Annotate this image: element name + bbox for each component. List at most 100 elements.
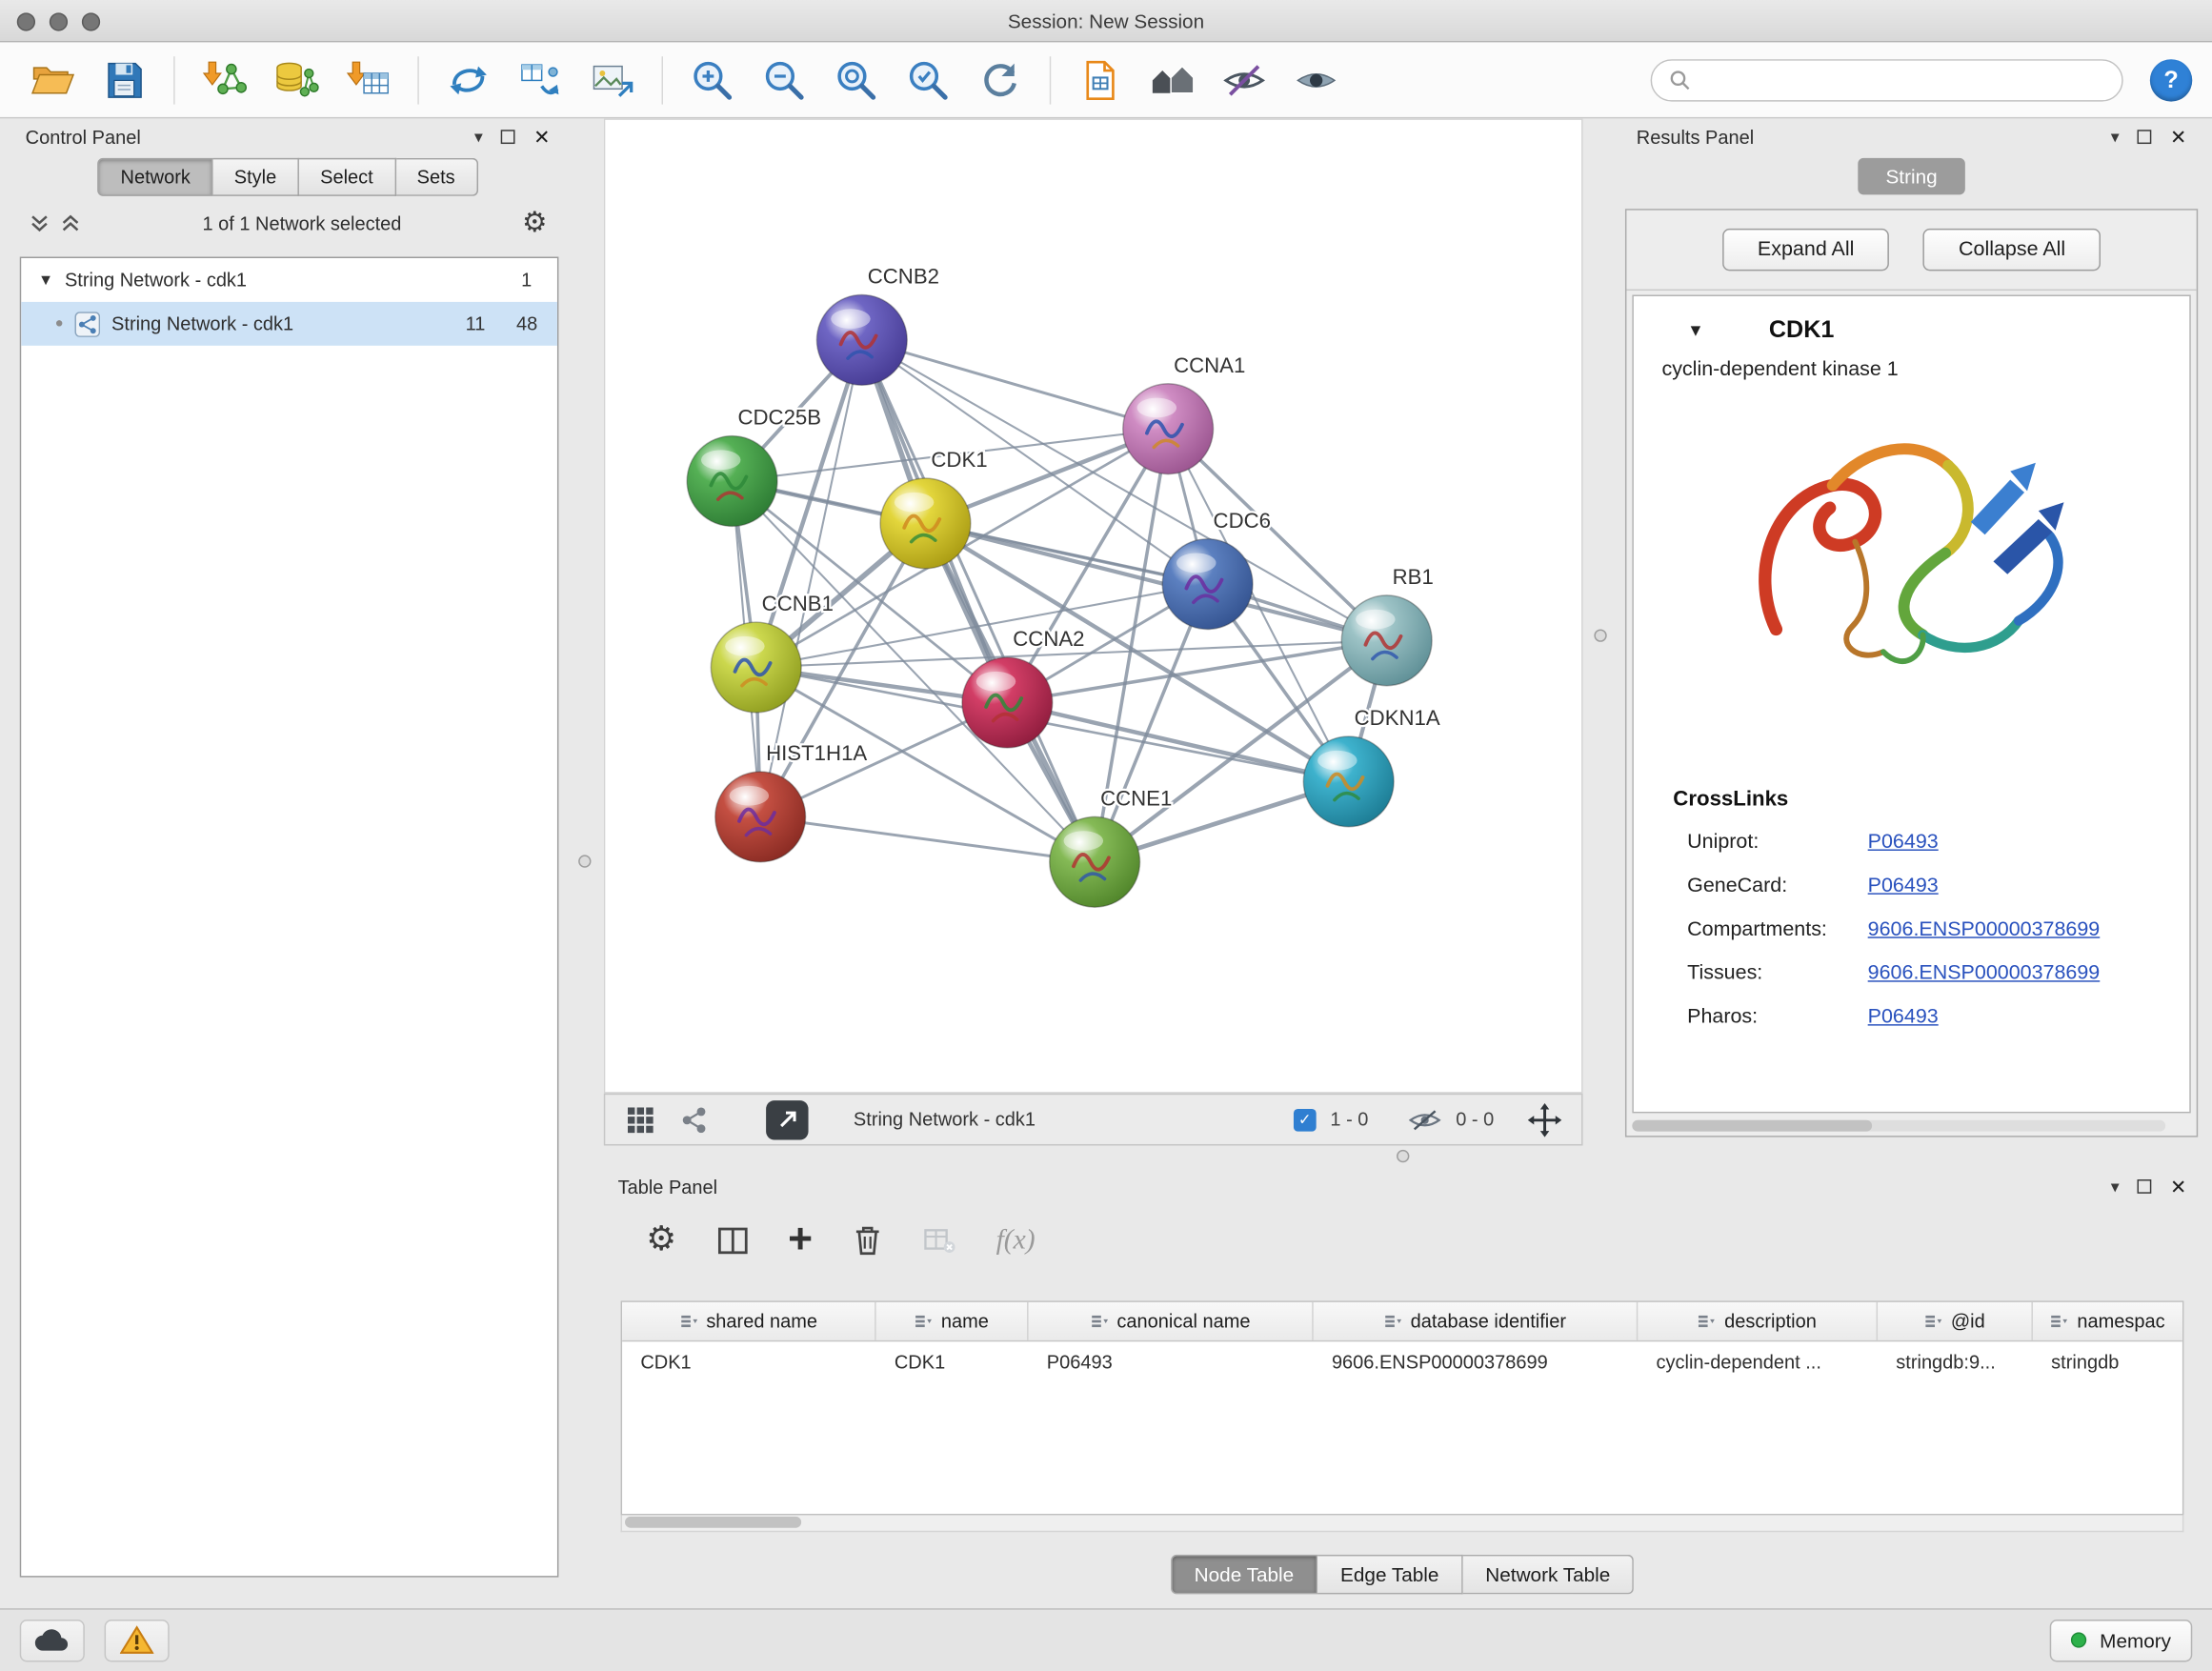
open-session-button[interactable] [20,48,85,112]
table-cell[interactable]: 9606.ENSP00000378699 [1314,1341,1639,1382]
tree-row-network[interactable]: ● String Network - cdk1 11 48 [21,302,557,346]
table-hscrollbar[interactable] [621,1515,2184,1532]
column-header-name[interactable]: name [876,1302,1029,1340]
results-scrollbar[interactable] [1632,1120,2165,1132]
network-node-CCNE1[interactable] [1050,816,1140,907]
clone-network-button[interactable] [436,48,501,112]
tab-edge-table[interactable]: Edge Table [1317,1555,1462,1594]
import-network-database-button[interactable] [264,48,329,112]
save-session-button[interactable] [91,48,156,112]
network-node-CCNB1[interactable] [711,622,801,713]
import-table-button[interactable] [335,48,400,112]
collapse-all-button[interactable]: Collapse All [1923,229,2101,271]
crosslink-link[interactable]: P06493 [1868,874,1939,896]
expand-all-icon[interactable] [59,211,82,234]
annotations-button[interactable] [1068,48,1133,112]
panel-close-icon[interactable]: ✕ [2170,1175,2186,1198]
window-close-button[interactable] [17,12,35,30]
tab-node-table[interactable]: Node Table [1170,1555,1317,1594]
table-cell[interactable]: CDK1 [622,1341,876,1382]
zoom-out-button[interactable] [752,48,816,112]
column-header--id[interactable]: @id [1878,1302,2033,1340]
show-columns-icon[interactable] [716,1224,749,1257]
gear-icon[interactable]: ⚙ [522,209,548,237]
tree-row-collection[interactable]: ▼ String Network - cdk1 1 [21,258,557,302]
network-node-HIST1H1A[interactable] [715,772,806,862]
network-node-CDC6[interactable] [1162,539,1253,630]
crosslink-link[interactable]: P06493 [1868,830,1939,853]
table-cell[interactable]: stringdb [2033,1341,2182,1382]
column-header-namespac[interactable]: namespac [2033,1302,2182,1340]
panel-menu-icon[interactable]: ▾ [2111,127,2120,147]
network-node-RB1[interactable] [1341,595,1432,686]
window-minimize-button[interactable] [50,12,68,30]
grid-view-icon[interactable] [625,1104,656,1136]
zoom-in-button[interactable] [680,48,745,112]
string-network-graph[interactable]: CCNB2CCNA1CDC25BCDK1CDC6RB1CCNB1CCNA2CDK… [605,120,1581,1092]
collapse-all-icon[interactable] [29,211,51,234]
tab-string[interactable]: String [1858,158,1965,195]
zoom-selected-button[interactable] [895,48,960,112]
tab-style[interactable]: Style [213,158,299,196]
panel-menu-icon[interactable]: ▾ [2111,1177,2120,1197]
table-cell[interactable]: P06493 [1029,1341,1314,1382]
vertical-splitter-handle[interactable] [578,855,591,867]
tab-network-table[interactable]: Network Table [1463,1555,1635,1594]
table-cell[interactable]: cyclin-dependent ... [1638,1341,1878,1382]
apply-layout-button[interactable] [968,48,1033,112]
create-column-plus-icon[interactable]: + [788,1218,813,1260]
crosslink-link[interactable]: 9606.ENSP00000378699 [1868,917,2101,940]
panel-menu-icon[interactable]: ▾ [474,127,483,147]
birdseye-button[interactable] [1140,48,1205,112]
table-row[interactable]: CDK1CDK1P064939606.ENSP00000378699cyclin… [622,1341,2182,1382]
network-node-CDC25B[interactable] [687,436,777,527]
window-zoom-button[interactable] [82,12,100,30]
expand-all-button[interactable]: Expand All [1722,229,1890,271]
column-header-description[interactable]: description [1638,1302,1878,1340]
column-header-shared-name[interactable]: shared name [622,1302,876,1340]
network-node-CDKN1A[interactable] [1303,736,1394,827]
panel-float-icon[interactable] [2138,130,2152,144]
column-header-database-identifier[interactable]: database identifier [1314,1302,1639,1340]
node-label: HIST1H1A [766,741,867,765]
network-node-CCNA1[interactable] [1123,384,1214,474]
column-header-canonical-name[interactable]: canonical name [1029,1302,1314,1340]
title-bar[interactable]: Session: New Session [0,0,2212,42]
table-cell[interactable]: CDK1 [876,1341,1029,1382]
table-settings-gear-icon[interactable]: ⚙ [646,1223,676,1258]
tab-network[interactable]: Network [98,158,213,196]
zoom-fit-button[interactable] [824,48,889,112]
panel-float-icon[interactable] [501,130,515,144]
network-node-CCNB2[interactable] [816,295,907,386]
panel-close-icon[interactable]: ✕ [533,125,550,149]
crosslink-link[interactable]: 9606.ENSP00000378699 [1868,961,2101,984]
network-view-icon[interactable] [678,1104,710,1136]
detach-view-button[interactable] [766,1099,808,1138]
network-node-CCNA2[interactable] [962,657,1053,748]
pan-crosshair-icon[interactable] [1528,1102,1562,1137]
network-node-CDK1[interactable] [880,478,971,569]
delete-column-trash-icon[interactable] [853,1223,884,1258]
export-image-button[interactable] [580,48,645,112]
help-button[interactable]: ? [2150,58,2192,100]
search-input[interactable] [1701,70,2105,91]
import-network-file-button[interactable] [191,48,256,112]
panel-float-icon[interactable] [2138,1179,2152,1194]
tab-select[interactable]: Select [299,158,395,196]
horizontal-splitter-handle[interactable] [1397,1150,1409,1162]
warnings-button[interactable] [105,1619,170,1661]
memory-button[interactable]: Memory [2050,1619,2192,1661]
table-cell[interactable]: stringdb:9... [1878,1341,2033,1382]
collapse-section-icon[interactable]: ▼ [1687,320,1704,340]
vertical-splitter-handle[interactable] [1594,629,1606,641]
network-canvas[interactable]: CCNB2CCNA1CDC25BCDK1CDC6RB1CCNB1CCNA2CDK… [604,118,1583,1093]
network-from-table-button[interactable] [508,48,573,112]
show-all-button[interactable] [1284,48,1349,112]
function-builder-button[interactable]: f(x) [996,1224,1036,1257]
tab-sets[interactable]: Sets [395,158,477,196]
tree-expand-icon[interactable]: ▼ [38,272,53,289]
crosslink-link[interactable]: P06493 [1868,1005,1939,1028]
panel-close-icon[interactable]: ✕ [2170,125,2186,149]
cloud-button[interactable] [20,1619,85,1661]
hide-selected-button[interactable] [1212,48,1277,112]
